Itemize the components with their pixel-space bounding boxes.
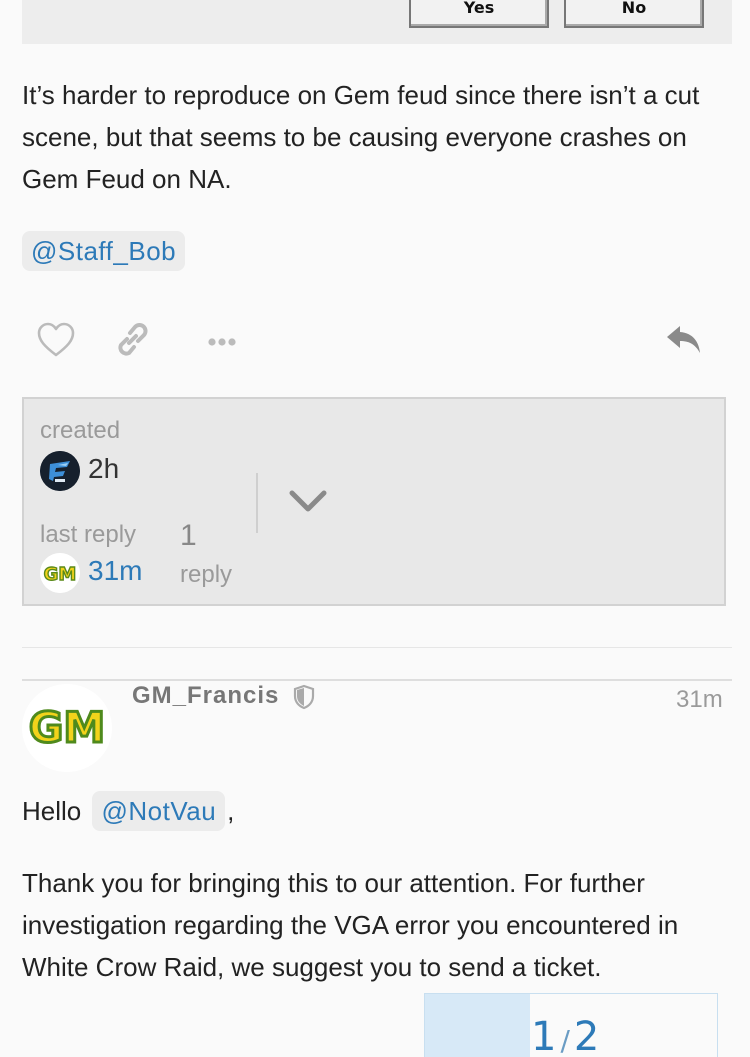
link-icon (118, 323, 148, 356)
expand-topic-map-button[interactable] (284, 481, 332, 521)
post-body-text: Thank you for bringing this to our atten… (22, 868, 679, 982)
topic-map-divider (256, 473, 258, 533)
topic-page: Yes No It’s harder to reproduce on Gem f… (0, 0, 750, 1057)
post-time[interactable]: 31m (676, 686, 723, 714)
gm-logo-icon: GM (40, 553, 80, 593)
user-avatar[interactable]: GM (22, 684, 112, 772)
share-link-button[interactable] (110, 318, 154, 362)
heart-icon (37, 322, 75, 357)
mention-notvau[interactable]: @NotVau (92, 791, 226, 831)
progress-current: 1 (531, 1014, 557, 1057)
reply-icon (667, 326, 700, 353)
progress-total: 2 (573, 1014, 600, 1057)
greeting-line: Hello @NotVau, (22, 790, 722, 832)
chevron-down-icon (289, 490, 327, 512)
topic-progress[interactable]: 1/2 (424, 993, 718, 1057)
post-actions (22, 312, 722, 368)
embedded-image[interactable]: Yes No (22, 0, 732, 44)
progress-text: 1/2 (531, 1014, 599, 1057)
ellipsis-icon (208, 338, 236, 346)
post-body-text: It’s harder to reproduce on Gem feud sin… (22, 80, 700, 194)
progress-separator: / (560, 1024, 570, 1057)
dialog-no-button: No (564, 0, 704, 28)
svg-text:GM: GM (29, 703, 105, 752)
moderator-shield-icon (293, 684, 315, 710)
reply-count: 1 (180, 519, 197, 552)
more-actions-button[interactable] (200, 318, 244, 362)
divider (22, 647, 732, 648)
greeting-comma: , (227, 796, 235, 826)
reply-button[interactable] (662, 318, 706, 362)
reply-count-label: reply (180, 561, 233, 588)
dialog-yes-button: Yes (409, 0, 549, 28)
gm-logo-icon: GM (22, 684, 112, 772)
esl-logo-icon (40, 451, 80, 491)
created-time: 2h (88, 453, 120, 484)
post-divider (22, 679, 732, 681)
topic-map: created 2h last reply GM 31m 1 reply (22, 397, 726, 606)
last-reply-time[interactable]: 31m (88, 555, 142, 587)
last-reply-avatar[interactable]: GM (40, 553, 80, 593)
created-label: created (40, 417, 121, 444)
last-reply-label: last reply (40, 521, 137, 548)
svg-text:GM: GM (44, 564, 77, 585)
like-button[interactable] (34, 318, 78, 362)
post-username[interactable]: GM_Francis (132, 682, 279, 710)
greeting-text: Hello (22, 796, 82, 826)
progress-fill (425, 994, 531, 1057)
creator-avatar[interactable] (40, 451, 80, 491)
mention-staff-bob[interactable]: @Staff_Bob (22, 231, 186, 271)
